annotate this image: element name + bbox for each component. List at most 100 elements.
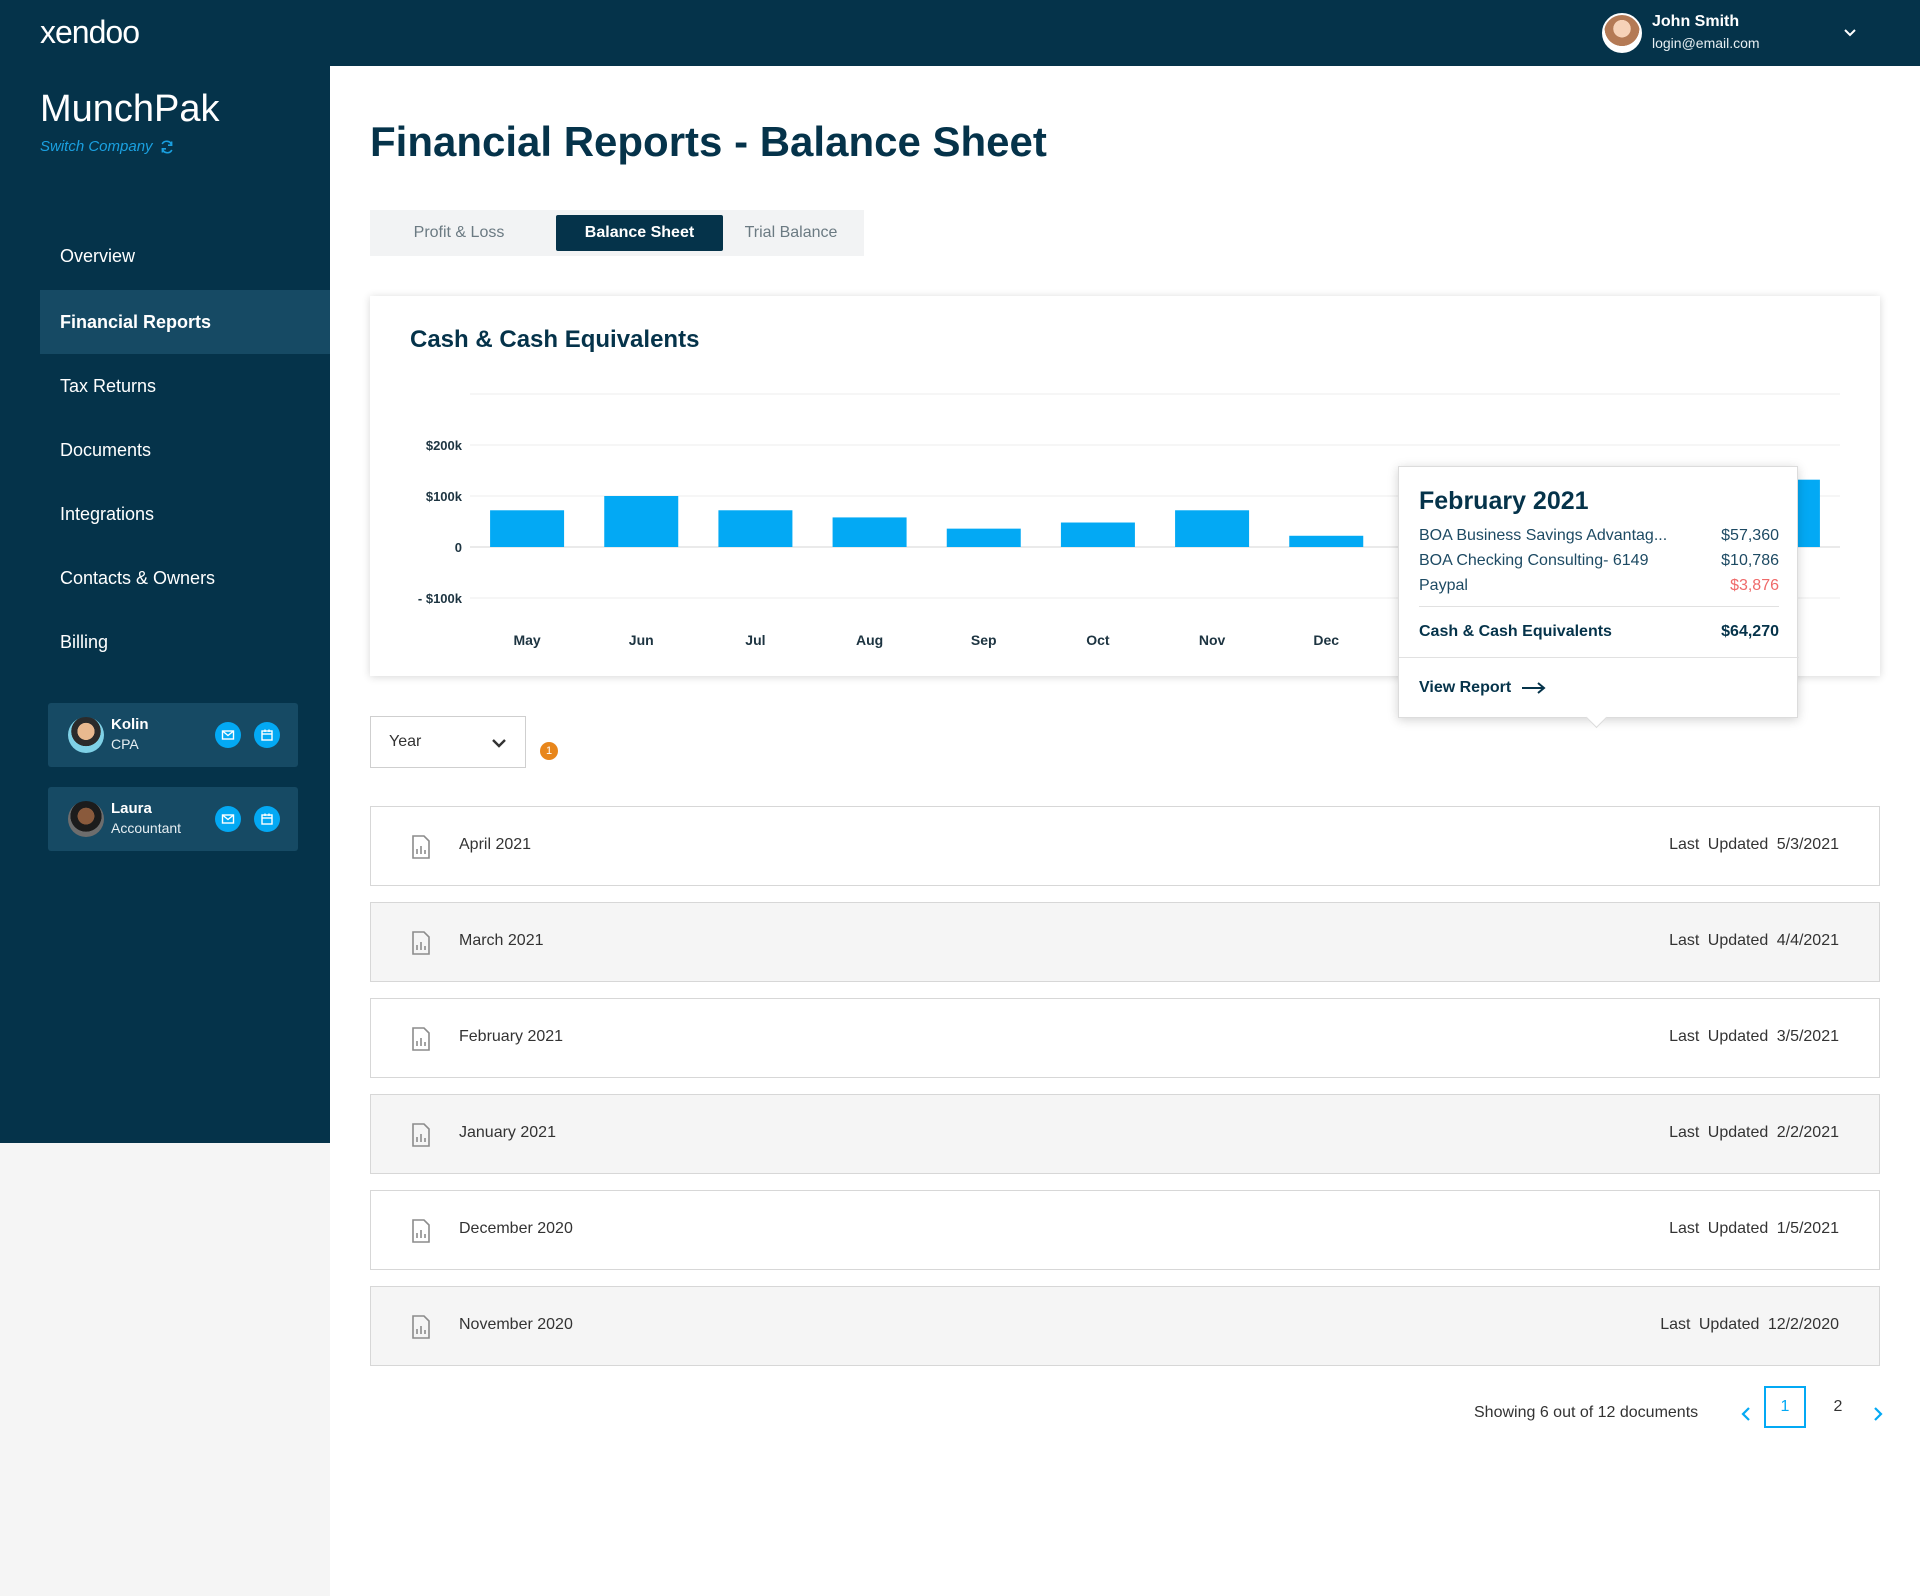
y-tick-label: - $100k [418, 591, 463, 606]
contact-name: Kolin [111, 716, 149, 733]
document-updated: Last Updated 12/2/2020 [1660, 1316, 1839, 1333]
document-name: January 2021 [459, 1124, 556, 1141]
document-name: April 2021 [459, 836, 532, 853]
page-title: Financial Reports - Balance Sheet [370, 118, 1047, 165]
contact-role: CPA [111, 736, 139, 752]
sidebar-item-overview[interactable]: Overview [40, 224, 330, 288]
main-content: Financial Reports - Balance Sheet Profit… [330, 66, 1920, 1596]
report-file-icon [412, 1219, 430, 1243]
chart-bar [832, 517, 907, 547]
schedule-button[interactable] [254, 806, 280, 832]
sidebar: MunchPak Switch Company Overview Financi… [0, 66, 330, 1143]
xendoo-logo[interactable]: xendoo [40, 14, 140, 51]
filter-count-badge: 1 [540, 742, 558, 760]
document-updated: Last Updated 4/4/2021 [1669, 932, 1839, 949]
message-button[interactable] [215, 722, 241, 748]
page-1-button[interactable]: 1 [1764, 1386, 1806, 1428]
avatar [68, 801, 104, 837]
tooltip-divider [1399, 657, 1799, 658]
sidebar-item-billing[interactable]: Billing [40, 610, 330, 674]
x-tick-label: Aug [856, 632, 883, 648]
chevron-right-icon[interactable] [1868, 1404, 1888, 1424]
tooltip-total: Cash & Cash Equivalents $64,270 [1419, 623, 1779, 641]
schedule-button[interactable] [254, 722, 280, 748]
report-file-icon [412, 1027, 430, 1051]
report-file-icon [412, 835, 430, 859]
view-report-label: View Report [1419, 679, 1512, 696]
contact-card-kolin: Kolin CPA [48, 703, 298, 767]
tooltip-row: BOA Checking Consulting- 6149 $10,786 [1419, 552, 1779, 570]
chevron-down-icon[interactable] [1840, 22, 1860, 42]
user-email: login@email.com [1652, 35, 1760, 51]
chevron-down-icon [492, 739, 506, 748]
tab-balance-sheet[interactable]: Balance Sheet [556, 215, 723, 251]
document-row[interactable]: January 2021 Last Updated 2/2/2021 [370, 1094, 1880, 1174]
chart-bar [1060, 522, 1135, 547]
tooltip-row-label: BOA Business Savings Advantag... [1419, 527, 1668, 544]
tooltip-total-amount: $64,270 [1721, 623, 1779, 640]
chart-bar [1175, 510, 1250, 547]
document-name: March 2021 [459, 932, 544, 949]
document-updated: Last Updated 1/5/2021 [1669, 1220, 1839, 1237]
pagination-summary: Showing 6 out of 12 documents [1474, 1404, 1699, 1421]
sidebar-item-financial-reports[interactable]: Financial Reports [40, 290, 330, 354]
x-tick-label: Jun [629, 632, 654, 648]
x-tick-label: Oct [1086, 632, 1110, 648]
tooltip-row: BOA Business Savings Advantag... $57,360 [1419, 527, 1779, 545]
tab-trial-balance[interactable]: Trial Balance [726, 215, 856, 251]
document-name: February 2021 [459, 1028, 564, 1045]
document-updated: Last Updated 5/3/2021 [1669, 836, 1839, 853]
y-tick-label: $200k [426, 438, 463, 453]
refresh-icon [161, 139, 173, 154]
chart-tooltip: February 2021 BOA Business Savings Advan… [1398, 466, 1799, 718]
user-avatar[interactable] [1602, 13, 1642, 53]
sidebar-item-contacts-owners[interactable]: Contacts & Owners [40, 546, 330, 610]
sidebar-item-tax-returns[interactable]: Tax Returns [40, 354, 330, 418]
document-name: December 2020 [459, 1220, 573, 1237]
document-row[interactable]: November 2020 Last Updated 12/2/2020 [370, 1286, 1880, 1366]
page-2-button[interactable]: 2 [1828, 1396, 1848, 1418]
calendar-icon [261, 813, 273, 825]
sidebar-item-integrations[interactable]: Integrations [40, 482, 330, 546]
arrow-right-icon [1522, 682, 1546, 694]
document-updated: Last Updated 2/2/2021 [1669, 1124, 1839, 1141]
contact-name: Laura [111, 800, 152, 817]
switch-company-link[interactable]: Switch Company [40, 138, 175, 155]
year-select[interactable]: Year [370, 716, 526, 768]
x-tick-label: May [513, 632, 540, 648]
tab-profit-loss[interactable]: Profit & Loss [374, 215, 544, 251]
report-file-icon [412, 931, 430, 955]
tooltip-divider [1419, 606, 1779, 607]
tooltip-row: Paypal $3,876 [1419, 577, 1779, 595]
top-bar: xendoo John Smith login@email.com [0, 0, 1920, 66]
tooltip-row-label: BOA Checking Consulting- 6149 [1419, 552, 1649, 569]
x-tick-label: Sep [971, 632, 997, 648]
document-row[interactable]: April 2021 Last Updated 5/3/2021 [370, 806, 1880, 886]
mail-icon [221, 730, 235, 740]
document-updated: Last Updated 3/5/2021 [1669, 1028, 1839, 1045]
tooltip-row-amount: $3,876 [1730, 577, 1779, 594]
view-report-link[interactable]: View Report [1419, 679, 1547, 697]
y-tick-label: 0 [455, 540, 462, 555]
document-row[interactable]: February 2021 Last Updated 3/5/2021 [370, 998, 1880, 1078]
document-row[interactable]: March 2021 Last Updated 4/4/2021 [370, 902, 1880, 982]
sidebar-item-documents[interactable]: Documents [40, 418, 330, 482]
x-tick-label: Nov [1199, 632, 1226, 648]
calendar-icon [261, 729, 273, 741]
chevron-left-icon[interactable] [1736, 1404, 1756, 1424]
chart-bar [1289, 535, 1364, 547]
tooltip-row-amount: $10,786 [1721, 552, 1779, 569]
contact-role: Accountant [111, 820, 182, 836]
chart-bar [490, 510, 565, 547]
tooltip-total-label: Cash & Cash Equivalents [1419, 623, 1612, 640]
tooltip-row-amount: $57,360 [1721, 527, 1779, 544]
user-name: John Smith [1652, 13, 1740, 30]
message-button[interactable] [215, 806, 241, 832]
document-row[interactable]: December 2020 Last Updated 1/5/2021 [370, 1190, 1880, 1270]
report-file-icon [412, 1315, 430, 1339]
contact-card-laura: Laura Accountant [48, 787, 298, 851]
x-tick-label: Jul [745, 632, 765, 648]
mail-icon [221, 814, 235, 824]
year-select-label: Year [389, 733, 422, 750]
switch-company-label: Switch Company [40, 138, 153, 155]
